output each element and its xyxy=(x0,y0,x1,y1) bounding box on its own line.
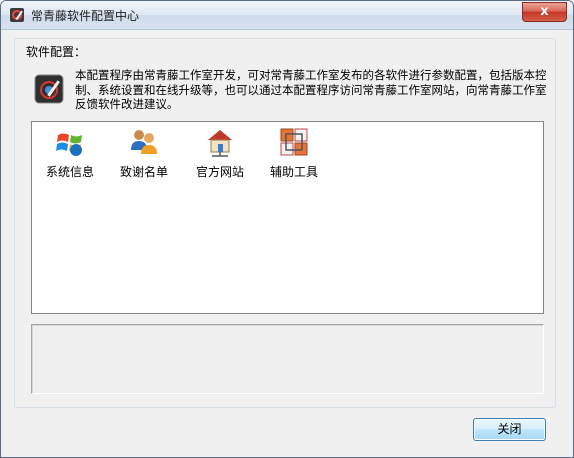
window-close-button[interactable]: x xyxy=(522,2,567,22)
app-icon xyxy=(10,8,24,22)
item-label: 辅助工具 xyxy=(269,165,318,179)
item-label: 系统信息 xyxy=(45,165,94,179)
tools-grid-icon xyxy=(280,128,308,156)
home-network-icon xyxy=(208,130,232,157)
window-title: 常青藤软件配置中心 xyxy=(31,9,140,23)
close-icon: x xyxy=(540,4,549,19)
item-label: 官方网站 xyxy=(195,165,244,179)
close-button[interactable]: 关闭 xyxy=(473,418,546,441)
item-system-info[interactable]: 系统信息 xyxy=(38,126,102,180)
description-text: 本配置程序由常青藤工作室开发，可对常青藤工作室发布的各软件进行参数配置，包括版本… xyxy=(75,68,547,111)
config-tool-icon xyxy=(34,74,64,104)
status-panel xyxy=(31,324,544,394)
item-tools[interactable]: 辅助工具 xyxy=(262,126,326,180)
icon-list-view[interactable]: 系统信息 致谢名单 官方网站 辅助工具 xyxy=(31,121,544,314)
group-label: 软件配置： xyxy=(26,45,87,59)
title-bar[interactable]: 常青藤软件配置中心 x xyxy=(1,1,573,30)
windows-logo-icon xyxy=(56,133,82,156)
item-label: 致谢名单 xyxy=(119,165,168,179)
item-credits[interactable]: 致谢名单 xyxy=(112,126,176,180)
item-official-site[interactable]: 官方网站 xyxy=(188,126,252,180)
users-icon xyxy=(131,130,157,154)
